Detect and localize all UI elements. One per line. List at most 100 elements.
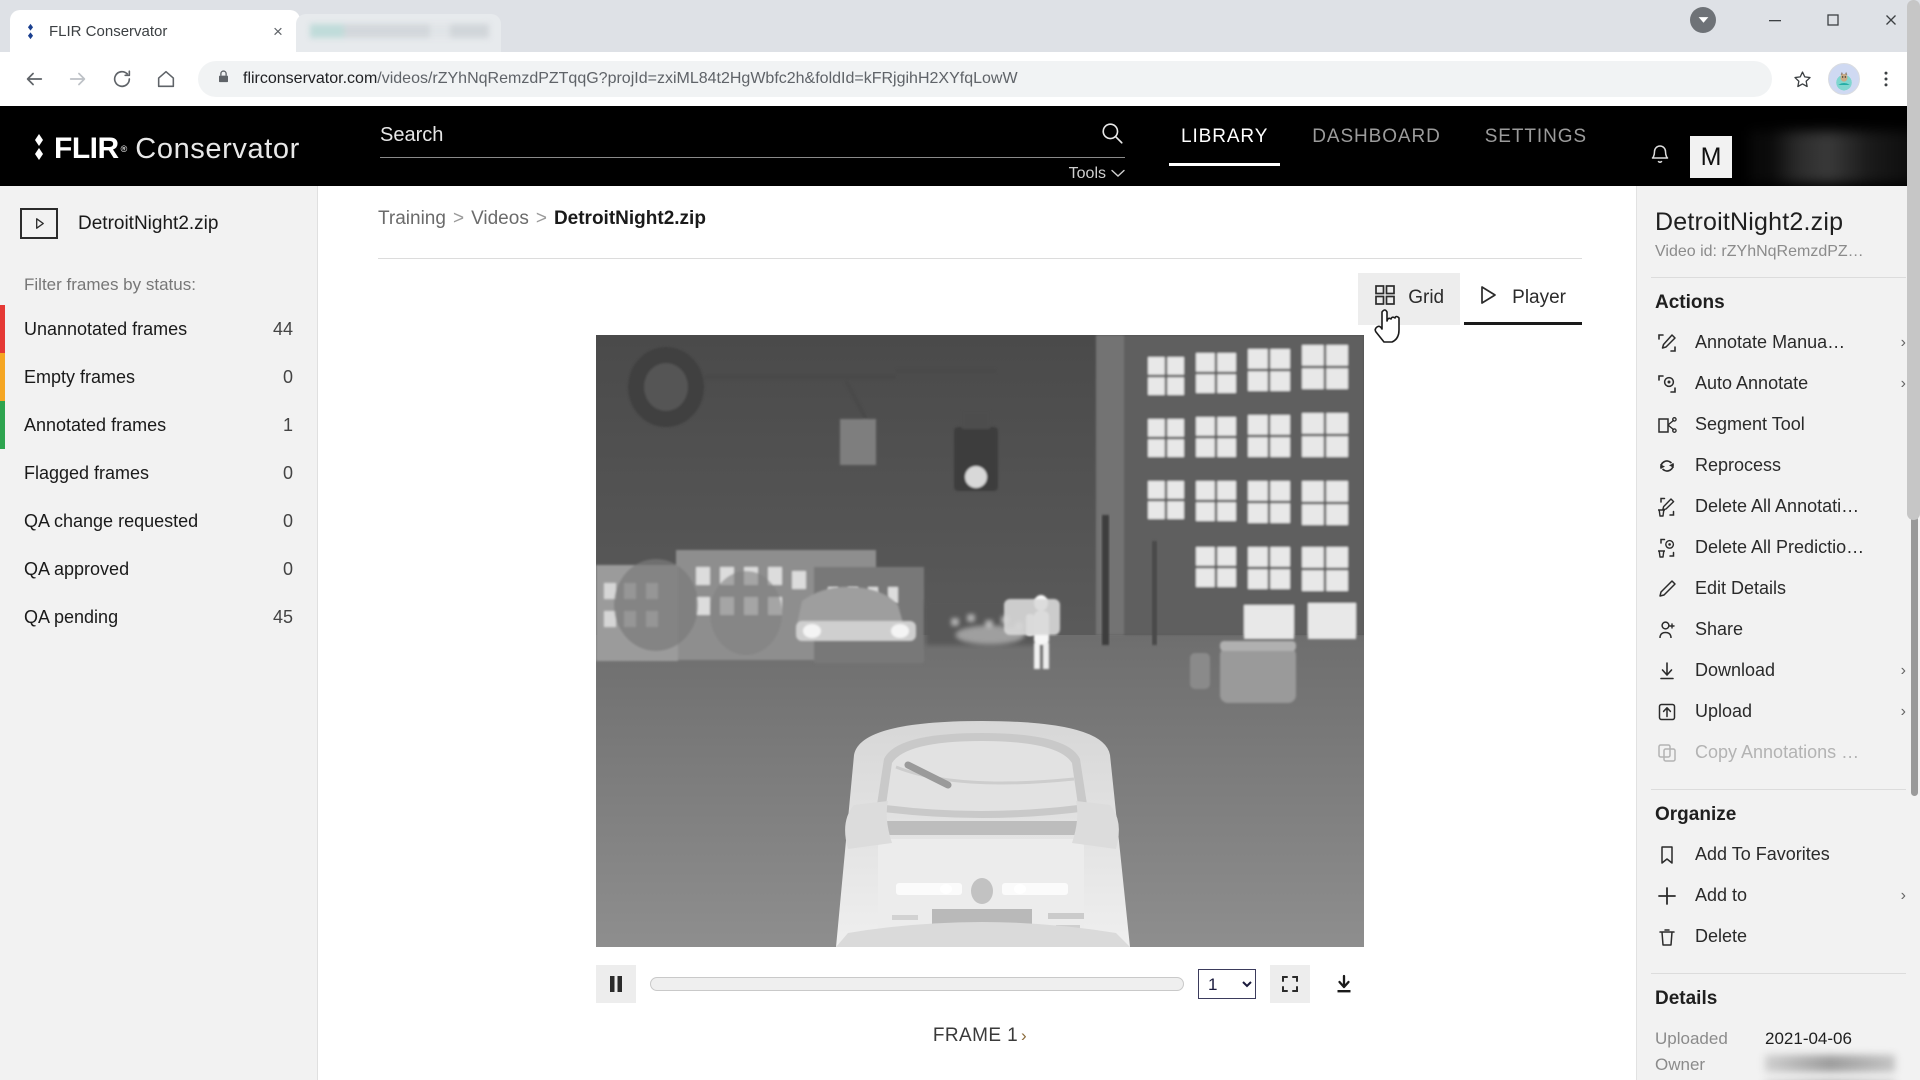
status-color-bar <box>0 305 5 353</box>
sidebar-file-name: DetroitNight2.zip <box>78 212 219 234</box>
tab-grid[interactable]: Grid <box>1358 273 1461 325</box>
chevron-right-icon: › <box>1900 702 1906 720</box>
view-mode-tabs: Grid Player <box>378 273 1582 325</box>
progress-slider[interactable] <box>650 977 1184 991</box>
search-row <box>380 120 1125 158</box>
action-edit-details[interactable]: Edit Details <box>1637 568 1920 609</box>
sidebar-filter-label: Filter frames by status: <box>24 275 196 294</box>
download-icon[interactable] <box>1324 965 1364 1003</box>
sidebar-item-annotated-frames[interactable]: Annotated frames 1 <box>0 401 317 449</box>
tab-grid-label: Grid <box>1408 287 1445 308</box>
bell-icon[interactable] <box>1648 143 1672 172</box>
frame-indicator[interactable]: FRAME 1 › <box>933 1025 1027 1047</box>
panel-scrollbar[interactable] <box>1911 516 1918 796</box>
brand-flir-text: FLIR <box>54 132 119 165</box>
sidebar-item-empty-frames[interactable]: Empty frames 0 <box>0 353 317 401</box>
organize-label: Add to <box>1695 885 1748 905</box>
search-icon[interactable] <box>1099 120 1125 151</box>
sidebar-item-unannotated-frames[interactable]: Unannotated frames 44 <box>0 305 317 353</box>
action-reprocess[interactable]: Reprocess <box>1637 445 1920 486</box>
player-controls: 1 2 4 8 <box>596 965 1364 1003</box>
breadcrumb-divider <box>378 258 1582 259</box>
sidebar-item-qa-approved[interactable]: QA approved 0 <box>0 545 317 593</box>
frame-indicator-label: FRAME 1 <box>932 1025 1019 1046</box>
chevron-right-icon: › <box>1900 374 1906 392</box>
sidebar-item-label: QA approved <box>24 558 130 579</box>
blurred-user-name <box>1750 131 1920 183</box>
breadcrumb-item-videos[interactable]: Videos <box>471 208 529 230</box>
organize-label: Delete <box>1695 926 1748 946</box>
back-icon[interactable] <box>14 59 54 99</box>
action-segment-tool[interactable]: Segment Tool <box>1637 404 1920 445</box>
action-auto-annotate[interactable]: Auto Annotate › <box>1637 363 1920 404</box>
fullscreen-icon[interactable] <box>1270 965 1310 1003</box>
search-input[interactable] <box>380 124 1099 147</box>
video-viewport[interactable] <box>596 335 1364 947</box>
action-label: Share <box>1695 619 1744 639</box>
organize-delete[interactable]: Delete <box>1637 916 1920 957</box>
playback-rate-select[interactable]: 1 2 4 8 <box>1198 969 1256 999</box>
sidebar-item-qa-pending[interactable]: QA pending 45 <box>0 593 317 641</box>
action-share[interactable]: Share <box>1637 609 1920 650</box>
page-scrollbar[interactable] <box>1907 0 1920 520</box>
action-label: Delete All Predictio… <box>1695 537 1865 557</box>
window-maximize-button[interactable] <box>1804 0 1862 40</box>
reload-icon[interactable] <box>102 59 142 99</box>
download-icon <box>1655 660 1679 682</box>
avatar[interactable]: M <box>1690 136 1732 178</box>
sidebar-item-label: Flagged frames <box>24 462 150 483</box>
window-minimize-button[interactable] <box>1746 0 1804 40</box>
action-upload[interactable]: Upload › <box>1637 691 1920 732</box>
nav-item-dashboard[interactable]: DASHBOARD <box>1290 126 1462 166</box>
organize-add-to-favorites[interactable]: Add To Favorites <box>1637 834 1920 875</box>
sidebar-item-flagged-frames[interactable]: Flagged frames 0 <box>0 449 317 497</box>
action-delete-all-annotations[interactable]: Delete All Annotati… <box>1637 486 1920 527</box>
nav-item-library[interactable]: LIBRARY <box>1159 126 1290 166</box>
url-bar[interactable]: flirconservator.com/videos/rZYhNqRemzdPZ… <box>198 61 1772 97</box>
main-content: Training > Videos > DetroitNight2.zip Gr… <box>318 186 1636 1080</box>
download-indicator-icon[interactable] <box>1690 6 1716 33</box>
action-label: Upload <box>1695 701 1753 721</box>
main-nav: LIBRARY DASHBOARD SETTINGS <box>1159 106 1609 166</box>
action-label: Download <box>1695 660 1776 680</box>
tab-player[interactable]: Player <box>1460 273 1582 325</box>
organize-add-to[interactable]: Add to › <box>1637 875 1920 916</box>
player-stage: 1 2 4 8 FRAME 1 › <box>378 335 1582 1047</box>
brand-logo[interactable]: FLIR ® Conservator <box>0 106 380 166</box>
action-download[interactable]: Download › <box>1637 650 1920 691</box>
star-icon[interactable] <box>1782 59 1822 99</box>
browser-tab-inactive[interactable] <box>296 14 501 52</box>
blurred-tab-title <box>310 24 489 38</box>
url-domain: flirconservator.com <box>243 70 378 87</box>
breadcrumb-item-training[interactable]: Training <box>378 208 446 230</box>
chevron-right-icon: › <box>1900 661 1906 679</box>
home-icon[interactable] <box>146 59 186 99</box>
window-controls <box>1690 0 1920 52</box>
sidebar-file-header[interactable]: DetroitNight2.zip <box>0 208 317 239</box>
action-annotate-manually[interactable]: Annotate Manua… › <box>1637 322 1920 363</box>
pause-icon[interactable] <box>596 965 636 1003</box>
detail-value: 2021-04-06 <box>1765 1029 1852 1048</box>
browser-tab-active[interactable]: FLIR Conservator × <box>10 10 300 52</box>
sidebar-item-qa-change-requested[interactable]: QA change requested 0 <box>0 497 317 545</box>
breadcrumb-separator: > <box>535 208 547 229</box>
delete-predictions-icon <box>1655 537 1679 559</box>
action-label: Copy Annotations … <box>1695 742 1860 762</box>
browser-tab-title: FLIR Conservator <box>49 22 168 40</box>
sidebar-item-label: Empty frames <box>24 366 136 387</box>
action-delete-all-predictions[interactable]: Delete All Predictio… <box>1637 527 1920 568</box>
organize-heading: Organize <box>1655 804 1737 825</box>
kebab-menu-icon[interactable] <box>1866 59 1906 99</box>
sidebar-item-count: 1 <box>282 414 293 435</box>
details-list: Uploaded 2021-04-06 Owner Uploader <box>1637 1018 1920 1080</box>
forward-icon[interactable] <box>58 59 98 99</box>
share-person-icon <box>1655 619 1679 641</box>
chrome-profile-avatar[interactable] <box>1828 63 1860 95</box>
nav-item-settings[interactable]: SETTINGS <box>1463 126 1609 166</box>
tools-dropdown[interactable]: Tools <box>380 158 1125 183</box>
chevron-right-icon: › <box>1900 886 1906 904</box>
close-icon[interactable]: × <box>268 21 288 41</box>
plus-icon <box>1655 885 1679 907</box>
details-heading: Details <box>1655 988 1718 1009</box>
sidebar-item-count: 0 <box>282 366 293 387</box>
